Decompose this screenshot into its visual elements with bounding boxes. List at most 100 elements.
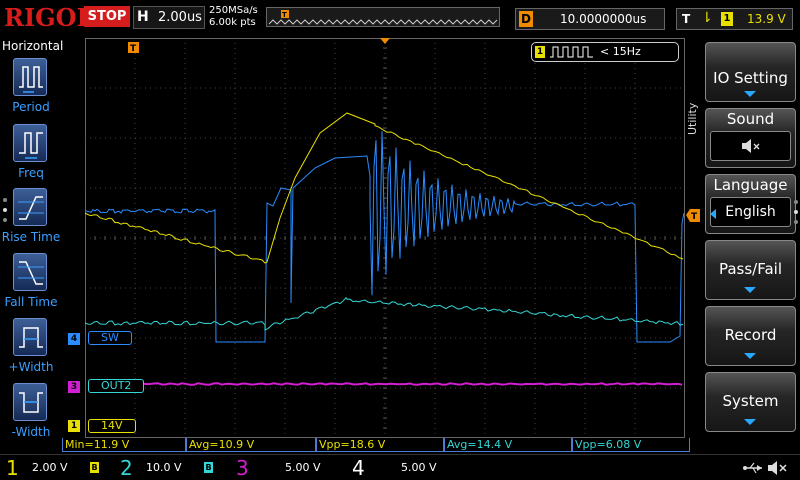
ch1-scale: 2.00 V [32,461,68,474]
ch3-label: OUT2 [88,379,145,393]
menu-pass-fail[interactable]: Pass/Fail [705,240,796,300]
measure-rise-time-label: Rise Time [1,230,61,244]
timebase-value: 2.00us [158,10,202,25]
usb-icon [743,462,762,474]
menu-system[interactable]: System [705,372,796,432]
ch4-label: SW [88,331,132,345]
trigger-box[interactable]: T ⇂ 1 13.9 V [676,8,793,30]
ch1-setting[interactable]: 1 2.00 V B [0,455,112,480]
ch2-number: 2 [120,456,133,480]
neg-width-icon [13,383,47,421]
measure-period-label: Period [12,100,50,114]
measure-fall-time[interactable]: Fall Time [0,253,62,315]
trigger-label: T [682,12,691,26]
measurement-item[interactable]: Min=11.9 V [62,438,186,452]
panel-scroll-dots [3,198,7,222]
ch4-offset-marker[interactable]: 4 [68,333,80,345]
ch2-bw-limit: B [204,462,213,473]
rigol-logo: RIGOL [4,3,94,32]
timebase-label: H [137,9,149,25]
measure-neg-width[interactable]: -Width [0,383,62,445]
counter-value: < 15Hz [600,45,641,58]
sample-points: 6.00k pts [209,17,256,28]
trigger-level-icon[interactable]: T [686,209,700,222]
ch3-setting[interactable]: 3 5.00 V [230,455,340,480]
measure-fall-time-label: Fall Time [4,295,58,309]
utility-menu-title: Utility [686,102,699,135]
menu-scroll-dots [794,200,798,224]
menu-system-label: System [722,392,779,410]
trigger-source: 1 [721,12,733,26]
run-stop-status[interactable]: STOP [84,6,130,27]
timebase-box[interactable]: H 2.00us [133,6,205,29]
rise-time-icon [13,188,47,226]
ch1-offset-marker[interactable]: 1 [68,420,80,432]
menu-pass-fail-label: Pass/Fail [718,260,783,278]
memory-position-bar[interactable]: T [266,7,500,27]
measurement-item[interactable]: Avg=14.4 V [444,438,572,452]
chevron-down-icon [744,91,756,97]
frequency-counter[interactable]: 1 < 15Hz [531,42,679,62]
trigger-level: 13.9 V [747,12,786,26]
ch1-number: 1 [6,456,19,480]
measure-pos-width-label: +Width [8,360,54,374]
pulse-train-icon [550,46,593,58]
chevron-down-icon [744,419,756,425]
measurement-item[interactable]: Vpp=6.08 V [572,438,690,452]
ch3-scale: 5.00 V [285,461,321,474]
menu-record[interactable]: Record [705,306,796,366]
chevron-down-icon [744,353,756,359]
pos-width-icon [13,318,47,356]
chevron-down-icon [744,287,756,293]
trigger-position-glyph: T [130,44,137,54]
measure-freq[interactable]: Freq [0,124,62,186]
falling-edge-icon: ⇂ [701,10,713,26]
ch4-scale: 5.00 V [401,461,437,474]
ch2-scale: 10.0 V [146,461,182,474]
sound-value [710,131,791,161]
speaker-muted-icon[interactable] [766,460,788,476]
measurement-item[interactable]: Vpp=18.6 V [316,438,444,452]
menu-io-setting[interactable]: IO Setting [705,42,796,102]
waveform-grid[interactable] [85,38,685,438]
sample-rate: 250MSa/s [209,5,258,16]
ch4-setting[interactable]: 4 5.00 V [346,455,456,480]
period-icon [13,58,47,96]
ch1-label: 14V [88,419,136,433]
center-marker-icon [380,38,390,44]
measurement-item[interactable]: Avg=10.9 V [186,438,316,452]
trigger-position-icon: T [128,42,139,54]
menu-record-label: Record [724,326,777,344]
ch3-offset-marker[interactable]: 3 [68,381,80,393]
language-value-text: English [725,204,776,220]
menu-language[interactable]: Language English [705,174,796,234]
measure-category: Horizontal [2,39,64,53]
measure-rise-time[interactable]: Rise Time [0,188,62,250]
measure-panel: Horizontal Period Freq Rise Time Fall Ti… [0,38,64,439]
sample-info: 250MSa/s 6.00k pts [209,5,258,29]
delay-box[interactable]: D 10.0000000us [515,8,665,30]
menu-io-setting-label: IO Setting [713,69,788,87]
menu-language-label: Language [713,176,788,194]
freq-icon [13,124,47,162]
ch2-setting[interactable]: 2 10.0 V B [114,455,226,480]
trigger-level-glyph: T [691,212,698,222]
ch2-trace [85,296,684,331]
menu-sound[interactable]: Sound [705,108,796,168]
utility-menu: IO Setting Sound Language English Pass/F… [705,38,800,454]
waveform-display [85,38,685,438]
delay-value: 10.0000000us [560,12,647,26]
ch4-number: 4 [352,456,365,480]
ch1-bw-limit: B [90,462,99,473]
language-value: English [710,197,791,227]
measure-neg-width-label: -Width [11,425,51,439]
top-status-bar: RIGOL STOP H 2.00us 250MSa/s 6.00k pts T… [0,0,800,38]
channel-bar: 1 2.00 V B 2 10.0 V B 3 5.00 V 4 5.00 V [0,454,800,480]
measurement-results: Min=11.9 V Avg=10.9 V Vpp=18.6 V Avg=14.… [62,438,692,452]
measure-freq-label: Freq [18,166,44,180]
chevron-left-icon [710,209,716,219]
speaker-muted-icon [741,139,759,153]
menu-sound-label: Sound [726,110,775,128]
measure-pos-width[interactable]: +Width [0,318,62,380]
measure-period[interactable]: Period [0,58,62,120]
